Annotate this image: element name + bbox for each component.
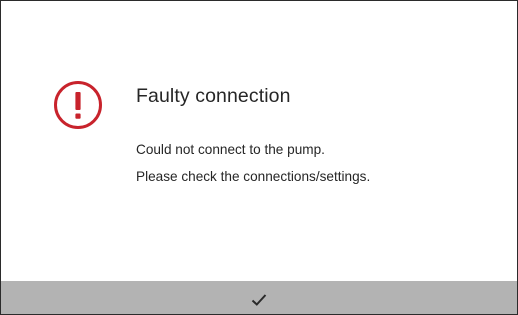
checkmark-icon xyxy=(251,293,267,306)
confirm-button[interactable] xyxy=(1,281,517,314)
dialog-message-line-2: Please check the connections/settings. xyxy=(136,169,371,184)
dialog-message-line-1: Could not connect to the pump. xyxy=(136,142,325,157)
error-dialog: Faulty connection Could not connect to t… xyxy=(0,0,518,315)
error-exclamation-icon xyxy=(54,81,102,129)
dialog-title: Faulty connection xyxy=(136,85,291,107)
dialog-body: Faulty connection Could not connect to t… xyxy=(1,1,517,283)
